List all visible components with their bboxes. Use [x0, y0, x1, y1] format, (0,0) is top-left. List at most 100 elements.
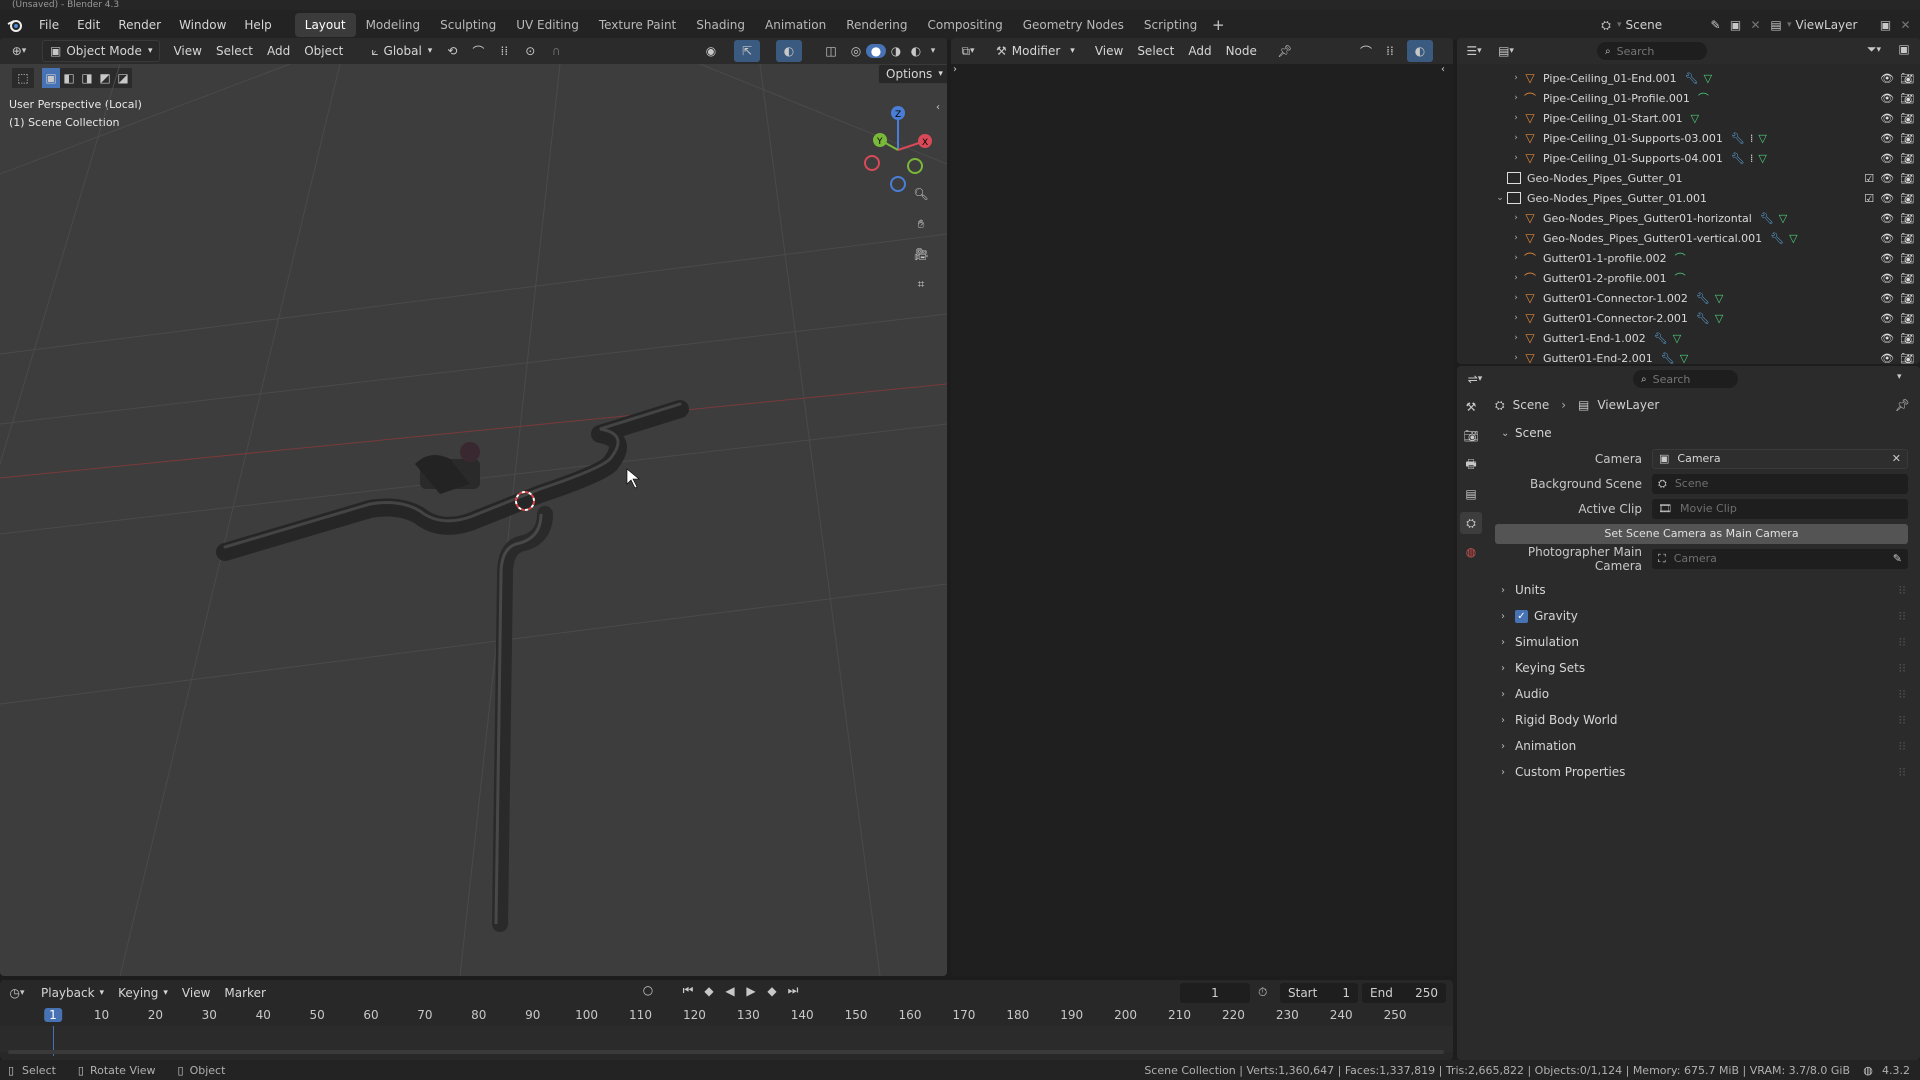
viewport-menu-object[interactable]: Object	[297, 40, 350, 62]
pivot-icon[interactable]: ⟲	[439, 44, 465, 58]
chevron-right-icon[interactable]: ›	[1509, 133, 1523, 143]
exclude-checkbox-icon[interactable]: ☑	[1864, 172, 1874, 185]
tab-shading[interactable]: Shading	[686, 13, 755, 37]
new-viewlayer-icon[interactable]: ▣	[1876, 18, 1896, 32]
current-frame-indicator[interactable]: 1	[44, 1008, 62, 1022]
next-keyframe-icon[interactable]: ◆	[764, 984, 780, 998]
display-mode-icon[interactable]: ▤ ▾	[1491, 44, 1521, 58]
render-camera-icon[interactable]: 📷︎	[1900, 192, 1914, 205]
preview-range-icon[interactable]: ⏱	[1258, 985, 1267, 1000]
auto-keying-icon[interactable]: ○	[638, 983, 658, 997]
eye-icon[interactable]: 👁︎	[1880, 292, 1894, 305]
chevron-right-icon[interactable]: ›	[1509, 213, 1523, 223]
menu-window[interactable]: Window	[170, 14, 235, 36]
timeline-menu-view[interactable]: View	[175, 982, 217, 1004]
viewport-menu-add[interactable]: Add	[260, 40, 297, 62]
ortho-grid-icon[interactable]: ⌗	[910, 273, 932, 295]
chevron-right-icon[interactable]: ›	[1509, 333, 1523, 343]
timeline-menu-keying[interactable]: Keying ▾	[111, 982, 175, 1004]
sidebar-toggle-icon[interactable]: ‹	[936, 102, 940, 113]
render-tab-icon[interactable]: 📷︎	[1463, 425, 1478, 447]
pipe-model[interactable]	[216, 400, 689, 932]
photographer-camera-field[interactable]: ⛶ Camera ✎	[1652, 548, 1908, 569]
set-scene-camera-button[interactable]: Set Scene Camera as Main Camera	[1495, 523, 1908, 544]
chevron-right-icon[interactable]: ›	[1509, 93, 1523, 103]
menu-file[interactable]: File	[30, 14, 68, 36]
tab-scripting[interactable]: Scripting	[1134, 13, 1207, 37]
node-editor-menu-node[interactable]: Node	[1219, 40, 1264, 62]
timeline-track[interactable]	[0, 1026, 1453, 1052]
render-camera-icon[interactable]: 📷︎	[1900, 112, 1914, 125]
panel-rigid-body-world[interactable]: › Rigid Body World ⁝⁝	[1487, 707, 1918, 733]
properties-search-input[interactable]	[1652, 372, 1728, 386]
render-camera-icon[interactable]: 📷︎	[1900, 272, 1914, 285]
play-reverse-icon[interactable]: ◀	[722, 984, 738, 998]
eye-icon[interactable]: 👁︎	[1880, 212, 1894, 225]
tab-rendering[interactable]: Rendering	[836, 13, 917, 37]
blender-logo-icon[interactable]	[0, 13, 30, 37]
chevron-right-icon[interactable]: ›	[1509, 153, 1523, 163]
scene-panel-header[interactable]: ⌄ Scene	[1487, 420, 1918, 446]
start-frame-field[interactable]: Start 1	[1280, 983, 1358, 1003]
node-editor-menu-add[interactable]: Add	[1181, 40, 1218, 62]
tab-modeling[interactable]: Modeling	[356, 13, 431, 37]
panel-simulation[interactable]: › Simulation ⁝⁝	[1487, 629, 1918, 655]
node-sidebar-toggle-icon[interactable]: ‹	[1441, 64, 1445, 75]
outliner-row[interactable]: › ▽ Gutter1-End-1.002 🔧︎ ▽ 👁︎ 📷︎	[1457, 328, 1920, 348]
play-icon[interactable]: ▶	[743, 984, 759, 998]
jump-start-icon[interactable]: ⏮	[680, 983, 696, 998]
tab-animation[interactable]: Animation	[755, 13, 836, 37]
drag-handle-icon[interactable]: ⁝⁝	[1898, 765, 1906, 779]
outliner-search[interactable]: ⌕	[1597, 42, 1707, 60]
chevron-right-icon[interactable]: ›	[1509, 233, 1523, 243]
timeline-scrollbar[interactable]	[8, 1050, 1444, 1054]
eye-icon[interactable]: 👁︎	[1880, 152, 1894, 165]
pin-node-tree-icon[interactable]: 📌︎	[1274, 44, 1296, 58]
prev-keyframe-icon[interactable]: ◆	[701, 984, 717, 998]
outliner-row[interactable]: › ▽ Pipe-Ceiling_01-Supports-04.001 🔧︎ ⁞ ▽ 👁︎ 📷…	[1457, 148, 1920, 168]
tab-geometry-nodes[interactable]: Geometry Nodes	[1013, 13, 1134, 37]
gravity-checkbox[interactable]: ✓	[1515, 609, 1528, 623]
scene-tab-icon[interactable]: ⛭	[1460, 512, 1482, 534]
outliner-row[interactable]: › ▽ Pipe-Ceiling_01-Supports-03.001 🔧︎ ⁞ ▽ 👁︎ 📷…	[1457, 128, 1920, 148]
new-collection-icon[interactable]: ▣	[1894, 42, 1914, 56]
panel-units[interactable]: › Units ⁝⁝	[1487, 577, 1918, 603]
properties-search[interactable]: ⌕	[1633, 370, 1738, 388]
timeline[interactable]: ◷ ▾ Playback ▾ Keying ▾ View Marker ○ ⏮ ◆ ◀ ▶…	[0, 980, 1453, 1060]
render-camera-icon[interactable]: 📷︎	[1900, 232, 1914, 245]
outliner-row[interactable]: › ▽ Gutter01-Connector-2.001 🔧︎ ▽ 👁︎ 📷︎	[1457, 308, 1920, 328]
camera-view-icon[interactable]: 🎥︎	[910, 243, 932, 265]
xray-toggle-icon[interactable]: ◫	[820, 40, 842, 62]
jump-end-icon[interactable]: ⏭	[785, 983, 801, 998]
render-camera-icon[interactable]: 📷︎	[1900, 132, 1914, 145]
tab-compositing[interactable]: Compositing	[917, 13, 1012, 37]
world-tab-icon[interactable]: ◍	[1466, 541, 1476, 563]
eye-icon[interactable]: 👁︎	[1880, 352, 1894, 365]
drag-handle-icon[interactable]: ⁝⁝	[1898, 739, 1906, 753]
snap-target-icon[interactable]: ⁞⁞	[491, 44, 517, 58]
menu-edit[interactable]: Edit	[68, 14, 109, 36]
scene-selector[interactable]: ⛭ ▾ Scene ✎ ▣ ✕	[1595, 13, 1766, 37]
eye-icon[interactable]: 👁︎	[1880, 92, 1894, 105]
eye-icon[interactable]: 👁︎	[1880, 132, 1894, 145]
modifier-node-editor[interactable]: ⧉ ▾ ⚒︎ Modifier ▾ View Select Add Node 📌︎ ⌒…	[951, 38, 1453, 976]
current-frame-field[interactable]: 1	[1180, 983, 1250, 1003]
gizmo-toggle-icon[interactable]: ⇱	[734, 40, 760, 62]
eye-icon[interactable]: 👁︎	[1880, 172, 1894, 185]
snap-icon[interactable]: ⌒	[465, 43, 491, 60]
chevron-right-icon[interactable]: ›	[1509, 113, 1523, 123]
visibility-icon[interactable]: ◉	[698, 40, 724, 62]
outliner-type-icon[interactable]: ☰ ▾	[1457, 44, 1491, 58]
timeline-ruler[interactable]: 1 10 20 30 40 50 60 70 80 90 100 110 120 130 140 150 160…	[0, 1008, 1453, 1026]
delete-scene-icon[interactable]: ✕	[1746, 18, 1766, 32]
drag-handle-icon[interactable]: ⁝⁝	[1898, 713, 1906, 727]
exclude-checkbox-icon[interactable]: ☑	[1864, 192, 1874, 205]
tab-sculpting[interactable]: Sculpting	[430, 13, 506, 37]
outliner-row[interactable]: ⌄ Geo-Nodes_Pipes_Gutter_01.001 ☑ 👁︎ 📷︎	[1457, 188, 1920, 208]
end-frame-field[interactable]: End 250	[1362, 983, 1446, 1003]
render-camera-icon[interactable]: 📷︎	[1900, 152, 1914, 165]
pan-hand-icon[interactable]: ✋︎	[910, 213, 932, 235]
camera-field[interactable]: ▣ Camera ✕	[1652, 448, 1908, 469]
eye-icon[interactable]: 👁︎	[1880, 312, 1894, 325]
outliner-row[interactable]: › ▽ Gutter01-Connector-1.002 🔧︎ ▽ 👁︎ 📷︎	[1457, 288, 1920, 308]
